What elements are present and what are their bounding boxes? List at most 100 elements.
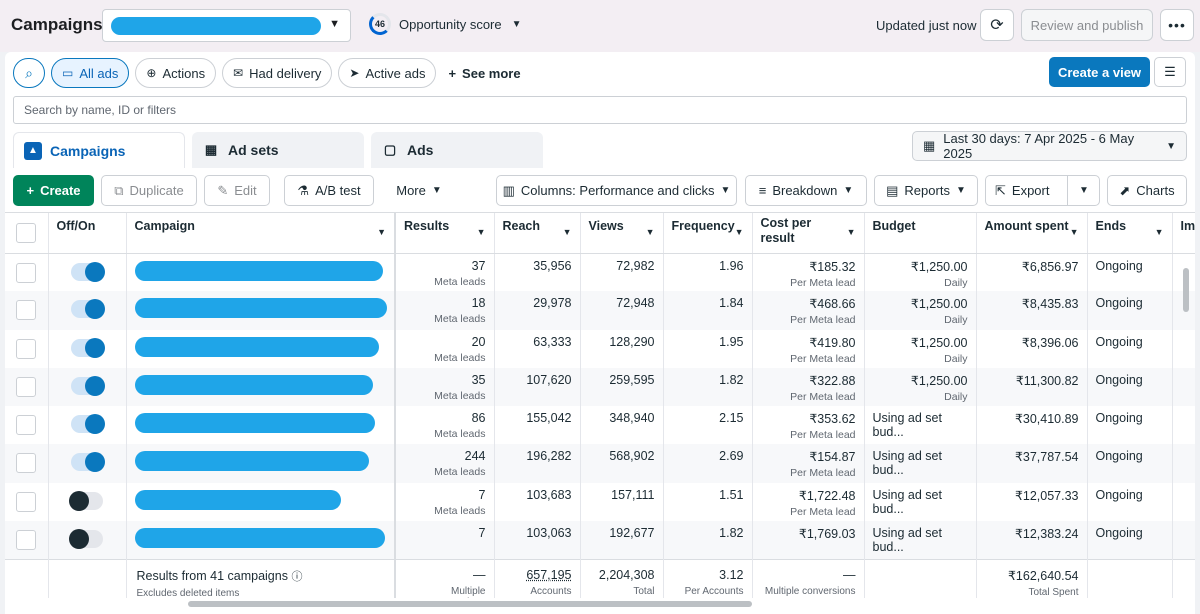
campaign-toggle[interactable] (71, 299, 105, 320)
campaign-toggle[interactable] (71, 337, 105, 358)
ab-test-button[interactable]: ⚗ A/B test (284, 175, 374, 206)
budget-cell[interactable]: Using ad set bud... (864, 406, 977, 445)
budget-cell[interactable]: ₹1,250.00 Daily (864, 329, 977, 368)
campaign-toggle[interactable] (69, 490, 103, 511)
row-checkbox[interactable] (16, 338, 37, 359)
breakdown-button[interactable]: ≡ Breakdown ▼ (745, 175, 867, 206)
table-row[interactable]: 7 103,063 192,677 1.82 ₹1,769.03 Using ad set… (5, 521, 1195, 560)
campaign-name-cell[interactable] (126, 291, 396, 330)
edit-button[interactable]: ✎ Edit (204, 175, 270, 206)
row-checkbox[interactable] (16, 530, 37, 551)
table-row[interactable]: 37 Meta leads 35,956 72,982 1.96 ₹185.32 Per M… (5, 253, 1195, 292)
results-sublabel: Meta leads (434, 275, 486, 288)
row-select-cell (5, 521, 49, 560)
campaign-name-cell[interactable] (126, 367, 396, 407)
table-row[interactable]: 20 Meta leads 63,333 128,290 1.95 ₹419.80 Per … (5, 329, 1195, 368)
campaign-name-cell[interactable] (126, 253, 396, 292)
campaign-name-cell[interactable] (126, 329, 396, 368)
results-sublabel: Meta leads (434, 466, 486, 479)
chip-all-ads[interactable]: ▭ All ads (51, 58, 130, 88)
campaign-toggle[interactable] (71, 452, 105, 473)
filter-settings-button[interactable]: ☰ (1154, 57, 1186, 87)
chip-active-ads[interactable]: ➤ Active ads (338, 58, 437, 88)
date-range-picker[interactable]: ▦ Last 30 days: 7 Apr 2025 - 6 May 2025 … (912, 131, 1187, 161)
sort-icon: ▼ (1154, 227, 1164, 237)
review-publish-button[interactable]: Review and publish (1021, 9, 1153, 41)
row-checkbox[interactable] (16, 300, 37, 321)
chip-label: Active ads (365, 65, 426, 81)
totals-views: 2,204,308 Total (580, 558, 664, 598)
column-header-impressions[interactable]: Im (1172, 213, 1195, 254)
create-button[interactable]: + Create (13, 175, 94, 206)
totals-cell (1172, 558, 1195, 598)
select-all-checkbox[interactable] (16, 223, 37, 243)
chip-actions[interactable]: ⊕ Actions (135, 58, 217, 88)
campaign-name-cell[interactable] (126, 406, 396, 445)
horizontal-scrollbar[interactable] (188, 601, 752, 607)
row-checkbox[interactable] (16, 376, 37, 397)
totals-value: ₹162,640.54 (1007, 568, 1079, 583)
see-more-button[interactable]: + See more (448, 66, 520, 81)
campaign-toggle[interactable] (69, 529, 103, 550)
results-cell: 37 Meta leads (395, 253, 495, 292)
tab-ads[interactable]: ▢ Ads (371, 132, 543, 168)
budget-cell[interactable]: Using ad set bud... (864, 521, 977, 560)
reports-button[interactable]: ▤ Reports ▼ (874, 175, 978, 206)
table-row[interactable]: 18 Meta leads 29,978 72,948 1.84 ₹468.66 Per M… (5, 291, 1195, 330)
campaign-name-redacted (134, 374, 373, 395)
table-row[interactable]: 86 Meta leads 155,042 348,940 2.15 ₹353.62 Per… (5, 406, 1195, 445)
create-view-button[interactable]: Create a view (1049, 57, 1150, 87)
row-checkbox[interactable] (16, 415, 37, 436)
budget-cell[interactable]: ₹1,250.00 Daily (864, 253, 977, 292)
budget-cell[interactable]: ₹1,250.00 Daily (864, 367, 977, 407)
charts-button[interactable]: ⬈ Charts (1107, 175, 1187, 206)
vertical-scrollbar[interactable] (1183, 268, 1189, 312)
tab-label: Ads (407, 142, 434, 158)
table-row[interactable]: 7 Meta leads 103,683 157,111 1.51 ₹1,722.48 Pe… (5, 482, 1195, 522)
amount-spent-cell: ₹37,787.54 (976, 444, 1088, 483)
more-options-button[interactable]: ••• (1160, 9, 1194, 41)
budget-cell[interactable]: ₹1,250.00 Daily (864, 291, 977, 330)
column-header-ends[interactable]: Ends ▼ (1087, 213, 1173, 254)
column-header[interactable]: Off/On (48, 213, 127, 254)
row-checkbox[interactable] (16, 262, 37, 283)
more-button[interactable]: More ▼ (385, 175, 453, 206)
column-header-budget[interactable]: Budget (864, 213, 977, 254)
export-dropdown-button[interactable]: ▼ (1067, 175, 1100, 206)
results-value: 7 (478, 526, 486, 541)
opportunity-score[interactable]: 46 Opportunity score ▼ (369, 13, 522, 35)
row-checkbox[interactable] (16, 453, 37, 474)
row-checkbox[interactable] (16, 491, 37, 512)
account-selector[interactable]: ▼ (102, 9, 351, 42)
column-header-amount-spent[interactable]: Amount spent ▼ (976, 213, 1088, 254)
column-header-cost[interactable]: Cost per result ▼ (752, 213, 865, 254)
budget-cell[interactable]: Using ad set bud... (864, 444, 977, 483)
refresh-button[interactable]: ⟳ (980, 9, 1014, 41)
search-input[interactable] (24, 103, 1176, 117)
campaign-toggle[interactable] (71, 261, 105, 282)
column-header-frequency[interactable]: Frequency ▼ (663, 213, 753, 254)
budget-value: Using ad set bud... (872, 449, 942, 478)
budget-value: Using ad set bud... (872, 487, 942, 516)
campaign-name-cell[interactable] (126, 521, 396, 560)
budget-sublabel: Daily (944, 352, 968, 365)
views-cell: 157,111 (580, 482, 664, 522)
columns-button[interactable]: ▥ Columns: Performance and clicks ▼ (496, 175, 737, 206)
search-toggle-button[interactable]: ⌕ (13, 58, 45, 88)
table-row[interactable]: 244 Meta leads 196,282 568,902 2.69 ₹154.87 Pe… (5, 444, 1195, 483)
column-header-reach[interactable]: Reach ▼ (494, 213, 581, 254)
tab-ad-sets[interactable]: ▦ Ad sets (192, 132, 364, 168)
budget-cell[interactable]: Using ad set bud... (864, 482, 977, 522)
duplicate-button[interactable]: ⧉ Duplicate (101, 175, 197, 206)
tab-campaigns[interactable]: ▲ Campaigns (13, 132, 185, 168)
column-header-results[interactable]: Results ▼ (395, 213, 495, 254)
chip-had-delivery[interactable]: ✉ Had delivery (222, 58, 333, 88)
column-header-campaign[interactable]: Campaign ▼ (126, 213, 396, 254)
campaign-name-cell[interactable] (126, 482, 396, 522)
campaign-toggle[interactable] (71, 414, 105, 435)
chip-label: Had delivery (249, 65, 322, 81)
campaign-name-cell[interactable] (126, 444, 396, 483)
campaign-toggle[interactable] (71, 375, 105, 396)
column-header-views[interactable]: Views ▼ (580, 213, 664, 254)
table-row[interactable]: 35 Meta leads 107,620 259,595 1.82 ₹322.88 Per… (5, 367, 1195, 407)
